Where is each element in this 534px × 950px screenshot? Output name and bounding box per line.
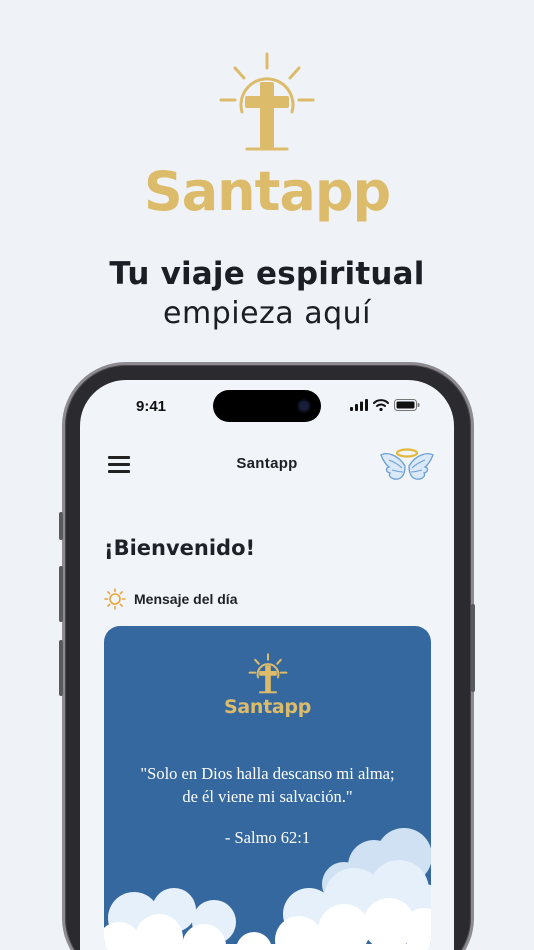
camera-icon <box>299 401 309 411</box>
card-logo: Santapp <box>104 652 431 718</box>
battery-icon <box>394 399 420 411</box>
wifi-icon <box>373 399 389 411</box>
greeting-heading: ¡Bienvenido! <box>104 536 256 560</box>
angel-wings-icon[interactable] <box>380 446 434 484</box>
clouds-illustration <box>104 828 431 950</box>
signal-icon <box>350 399 368 411</box>
quote-text: "Solo en Dios halla descanso mi alma; de… <box>104 762 431 808</box>
status-icons <box>350 399 420 411</box>
tagline: Tu viaje espiritual empieza aquí <box>0 256 534 331</box>
phone-side-button <box>59 566 63 622</box>
tagline-line-1: Tu viaje espiritual <box>109 256 425 292</box>
tagline-line-2: empieza aquí <box>163 296 371 331</box>
brand-name: Santapp <box>143 160 391 223</box>
hero-logo: Santapp <box>0 50 534 223</box>
quote-line-2: de él viene mi salvación." <box>182 787 353 806</box>
sun-icon <box>104 588 126 610</box>
phone-side-button <box>59 640 63 696</box>
daily-message-label: Mensaje del día <box>134 591 238 607</box>
phone-side-button <box>59 512 63 540</box>
dynamic-island <box>213 390 321 422</box>
cross-sun-logo-icon <box>248 653 287 694</box>
card-brand: Santapp <box>223 696 312 718</box>
daily-message-label-row: Mensaje del día <box>104 588 237 610</box>
quote-line-1: "Solo en Dios halla descanso mi alma; <box>140 764 395 783</box>
phone-side-button <box>471 604 475 692</box>
daily-message-card[interactable]: Santapp "Solo en Dios halla descanso mi … <box>104 626 431 950</box>
cross-sun-logo-icon <box>219 52 315 151</box>
status-time: 9:41 <box>136 398 167 415</box>
phone-screen: 9:41 Santapp ¡Bienvenido! Mensaje del dí… <box>80 380 454 950</box>
app-bar: Santapp <box>80 442 454 488</box>
